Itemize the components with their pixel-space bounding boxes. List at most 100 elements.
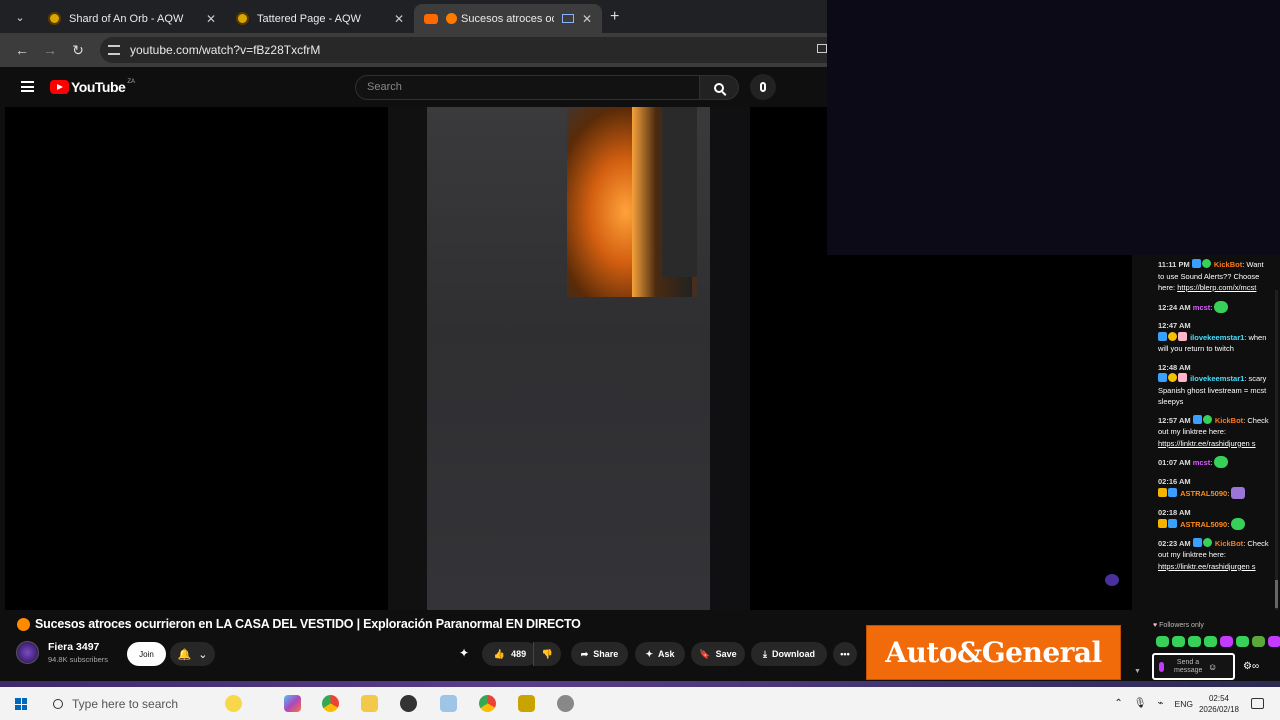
video-frame: [427, 107, 710, 610]
tab-close-icon[interactable]: ✕: [582, 12, 592, 26]
chrome-icon[interactable]: [322, 695, 339, 712]
back-arrow-icon[interactable]: ←: [8, 42, 36, 58]
sparkle-widget-icon[interactable]: [225, 695, 242, 712]
emoji-icon[interactable]: ☺: [1208, 662, 1217, 672]
copilot-icon[interactable]: [284, 695, 301, 712]
crown-badge-icon: [1158, 519, 1167, 528]
obs-icon[interactable]: [400, 695, 417, 712]
sparkle-icon: ✦: [645, 648, 654, 659]
file-explorer-icon[interactable]: [361, 695, 378, 712]
search-input[interactable]: Search: [355, 75, 700, 100]
channel-name[interactable]: Fiera 3497: [48, 641, 108, 653]
tab-1[interactable]: Shard of An Orb - AQW ✕: [38, 4, 226, 33]
channel-avatar[interactable]: [16, 641, 39, 664]
tab-3-active[interactable]: Sucesos atroces ocurrie ✕: [414, 4, 602, 33]
voice-search-button[interactable]: [750, 74, 776, 100]
address-bar[interactable]: youtube.com/watch?v=fBz28TxcfrM: [100, 37, 840, 63]
youtube-header: YouTube ZA Search: [0, 67, 827, 107]
chat-message: 01:07 AM mcst:: [1158, 456, 1269, 469]
clock-time: 02:54: [1208, 693, 1229, 703]
chevron-up-icon[interactable]: ⌃: [1114, 698, 1122, 709]
chat-settings-icon[interactable]: ⚙∞: [1243, 661, 1259, 672]
mod-badge-icon: [1158, 373, 1167, 382]
youtube-logo[interactable]: YouTube ZA: [50, 79, 135, 95]
join-button[interactable]: Join: [127, 642, 166, 666]
clock[interactable]: 02:54 2026/02/18: [1199, 693, 1239, 715]
emote-icon[interactable]: [1236, 636, 1249, 647]
url-text[interactable]: youtube.com/watch?v=fBz28TxcfrM: [130, 43, 320, 57]
scrollbar-thumb[interactable]: [1275, 580, 1278, 608]
download-button[interactable]: ⤓ Download: [751, 642, 827, 666]
microphone-icon[interactable]: 🎙: [1134, 698, 1147, 709]
chat-user[interactable]: ilovekeemstar1: [1190, 374, 1244, 383]
bot-badge-icon: [1202, 414, 1212, 424]
chat-message: 12:47 AM ilovekeemstar1: when will you r…: [1158, 320, 1269, 355]
app-icon[interactable]: [557, 695, 574, 712]
new-tab-button[interactable]: +: [610, 8, 619, 26]
ask-button[interactable]: ✦ Ask: [635, 642, 685, 666]
install-app-icon[interactable]: [817, 44, 827, 53]
tab-2[interactable]: Tattered Page - AQW ✕: [226, 4, 414, 33]
save-label: Save: [715, 649, 737, 659]
emote-icon[interactable]: [1268, 636, 1280, 647]
chat-user[interactable]: mcst: [1193, 303, 1211, 312]
snipping-tool-icon[interactable]: [440, 695, 457, 712]
emote-icon[interactable]: [1252, 636, 1265, 647]
notification-icon[interactable]: [1251, 698, 1264, 709]
tab-close-icon[interactable]: ✕: [394, 12, 404, 26]
site-info-icon[interactable]: [108, 45, 120, 55]
windows-start-icon[interactable]: [15, 698, 27, 710]
emote-icon[interactable]: [1188, 636, 1201, 647]
emote-icon[interactable]: [1204, 636, 1217, 647]
chat-link[interactable]: https://blerp.com/x/mcst: [1177, 283, 1256, 292]
chat-message: 12:24 AM mcst:: [1158, 300, 1269, 314]
menu-hamburger-icon[interactable]: [21, 81, 34, 92]
like-button[interactable]: 👍 489: [482, 642, 538, 666]
windows-taskbar: Type here to search ⌃ 🎙 ⌁ ENG 02:54 2026…: [0, 681, 1280, 720]
emote-icon[interactable]: [1220, 636, 1233, 647]
followers-only-notice: ♥ Followers only: [1153, 622, 1204, 629]
language-indicator[interactable]: ENG: [1175, 699, 1193, 709]
aqw-icon[interactable]: [518, 695, 535, 712]
emote-icon[interactable]: [1156, 636, 1169, 647]
ai-sparkle-icon[interactable]: ✦: [459, 646, 469, 660]
forward-arrow-icon[interactable]: →: [36, 42, 64, 58]
save-button[interactable]: 🔖 Save: [691, 642, 745, 666]
chat-user[interactable]: ASTRAL5090: [1180, 520, 1227, 529]
chat-user[interactable]: KickBot: [1215, 416, 1243, 425]
download-label: Download: [771, 649, 815, 659]
chevron-down-icon[interactable]: ▼: [1134, 668, 1141, 675]
bot-badge-icon: [1202, 537, 1212, 547]
chat-user[interactable]: ASTRAL5090: [1180, 489, 1227, 498]
notifications-button[interactable]: 🔔 ⌄: [170, 642, 215, 666]
taskbar-search-placeholder: Type here to search: [72, 696, 179, 711]
chat-message: 02:18 AM ASTRAL5090:: [1158, 507, 1269, 531]
reload-icon[interactable]: ↻: [64, 42, 92, 59]
chrome-profile-icon[interactable]: [479, 695, 496, 712]
more-actions-button[interactable]: •••: [833, 642, 857, 666]
bookmark-icon: 🔖: [699, 648, 711, 659]
chat-link[interactable]: https://linktr.ee/rashidjurgen s: [1158, 439, 1256, 448]
share-button[interactable]: ➦ Share: [571, 642, 628, 666]
share-icon: ➦: [580, 648, 589, 659]
overlay-window: [827, 0, 1280, 255]
dislike-button[interactable]: 👎: [533, 642, 561, 666]
emote-icon[interactable]: [1172, 636, 1185, 647]
live-indicator-icon: [17, 617, 30, 631]
tab-close-icon[interactable]: ✕: [206, 12, 216, 26]
emote-icon: [1214, 300, 1229, 313]
chat-user[interactable]: KickBot: [1215, 539, 1243, 548]
chat-user[interactable]: ilovekeemstar1: [1190, 333, 1244, 342]
search-button[interactable]: [699, 75, 739, 100]
chat-message-input[interactable]: Send a message ☺: [1152, 653, 1235, 680]
chevron-down-icon: ⌄: [198, 648, 208, 661]
chat-scrollbar[interactable]: [1275, 290, 1278, 610]
chat-link[interactable]: https://linktr.ee/rashidjurgen s: [1158, 562, 1256, 571]
network-icon[interactable]: ⌁: [1158, 698, 1164, 709]
chat-user[interactable]: mcst: [1193, 458, 1211, 467]
live-dot-icon: [446, 13, 457, 24]
mod-badge-icon: [1191, 259, 1201, 268]
chat-user[interactable]: KickBot: [1214, 260, 1242, 269]
video-title-text: Sucesos atroces ocurrieron en LA CASA DE…: [35, 617, 581, 631]
tab-search-chevron-icon[interactable]: ⌄: [8, 5, 32, 29]
